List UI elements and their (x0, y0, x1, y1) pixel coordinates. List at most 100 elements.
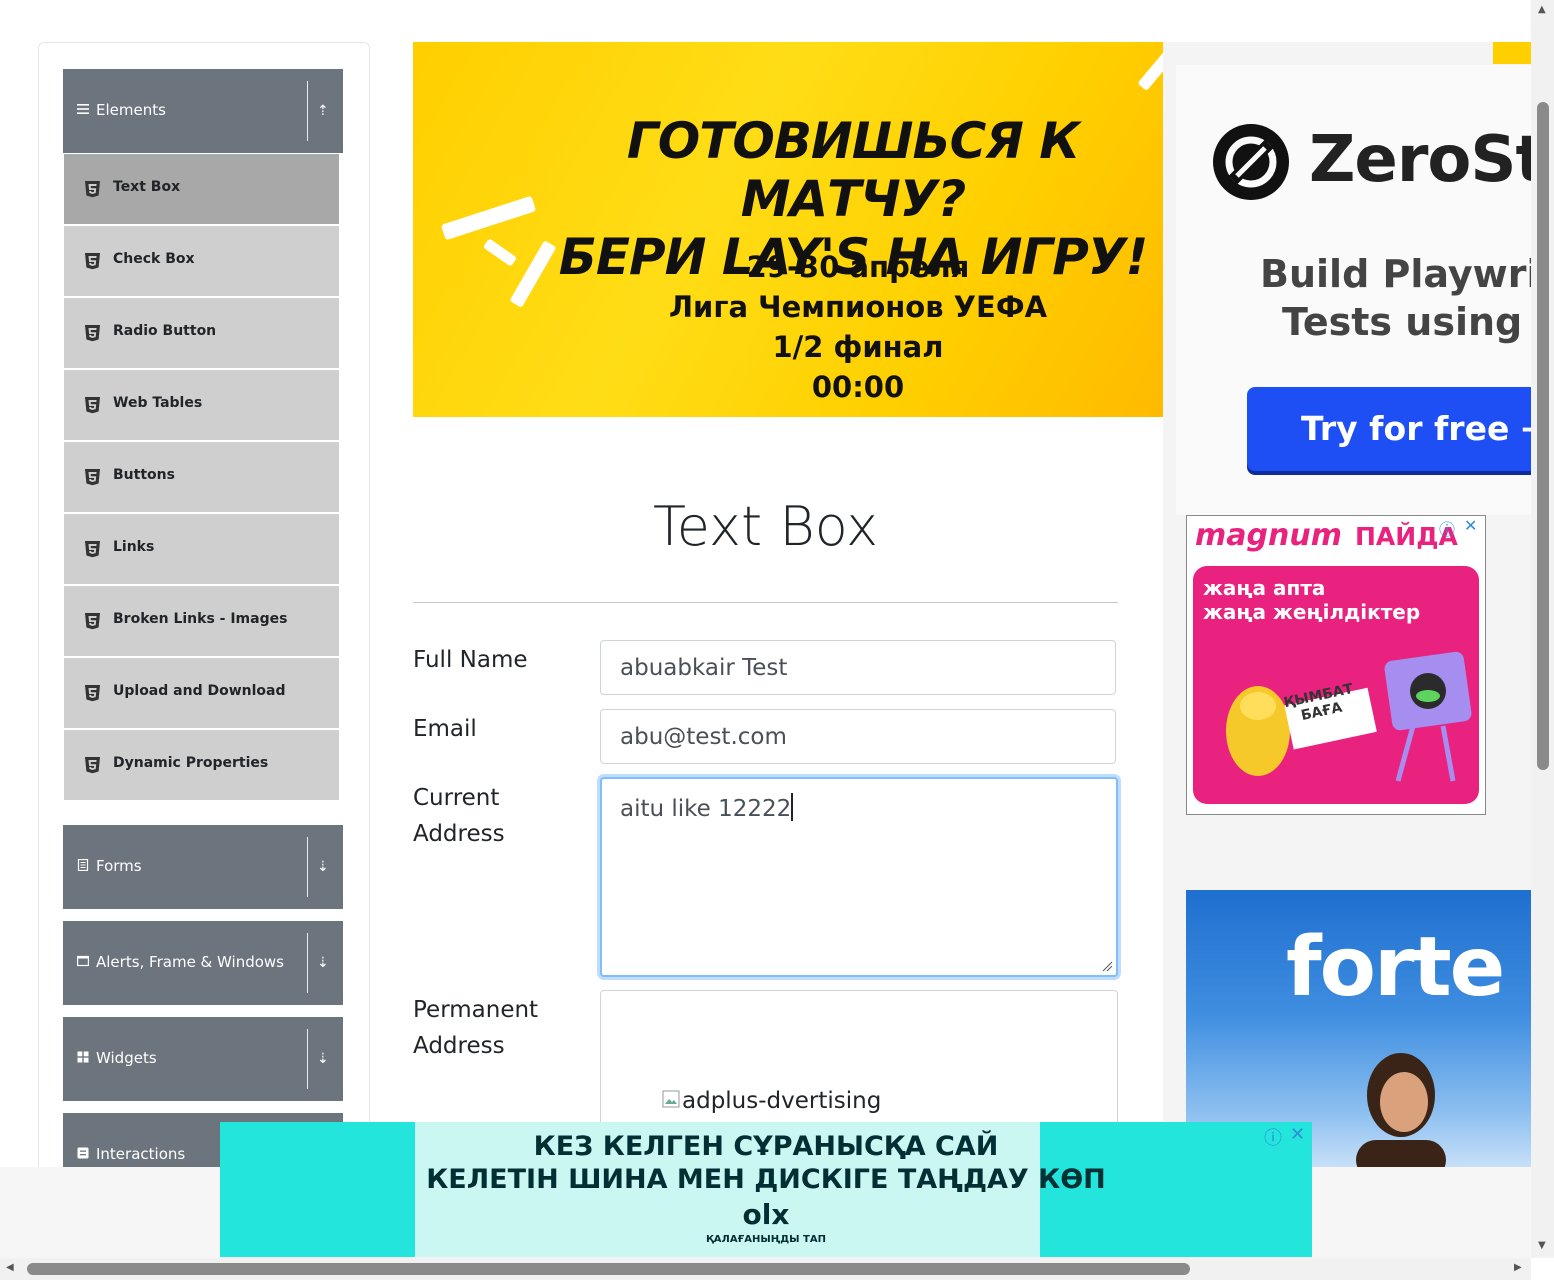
olx-bottom-ad[interactable]: КЕЗ КЕЛГЕН СҰРАНЫСҚА САЙ КЕЛЕТІН ШИНА МЕ… (220, 1122, 1312, 1257)
sidebar-menu-item[interactable]: Broken Links - Images (64, 586, 339, 658)
list-icon (77, 104, 89, 114)
vertical-scrollbar-thumb[interactable] (1537, 102, 1549, 770)
sidebar-menu-item[interactable]: Links (64, 514, 339, 586)
forte-brand: forte (1286, 920, 1505, 1015)
sidebar-menu-item-label: Text Box (113, 179, 181, 195)
ad-close-icon[interactable]: ✕ (1464, 516, 1477, 535)
magnum-line-2: жаңа жеңілдіктер (1203, 600, 1421, 624)
magnum-ad[interactable]: magnum ПАЙДА ⓘ ✕ жаңа апта жаңа жеңілдік… (1186, 515, 1486, 815)
html5-icon (85, 253, 100, 270)
sidebar-menu-item-label: Links (113, 539, 155, 555)
html5-icon (85, 181, 100, 198)
ad-details: 29-30 апреля Лига Чемпионов УЕФА 1/2 фин… (648, 247, 1068, 407)
scroll-left-arrow-icon[interactable]: ◀ (6, 1262, 14, 1273)
current-address-textarea[interactable]: aitu like 12222 (600, 777, 1118, 977)
scroll-down-arrow-icon[interactable]: ▼ (1538, 1240, 1546, 1251)
title-divider (413, 602, 1118, 603)
broken-ad-image: adplus-dvertising (662, 1088, 881, 1114)
current-address-label-line-2: Address (413, 821, 505, 847)
scroll-right-arrow-icon[interactable]: ▶ (1514, 1262, 1522, 1273)
full-name-input[interactable]: abuabkair Test (600, 640, 1116, 695)
elements-group-label: Elements (96, 101, 166, 119)
expand-arrow-icon[interactable]: ⇣ (317, 955, 329, 971)
email-label: Email (413, 716, 477, 742)
interactions-group-label: Interactions (96, 1145, 186, 1163)
broken-image-icon (662, 1090, 680, 1108)
permanent-address-label-line-1: Permanent (413, 997, 539, 1023)
ad-close-icon[interactable]: ✕ (1290, 1124, 1305, 1145)
html5-icon (85, 541, 100, 558)
decorative-stroke (482, 238, 518, 267)
magnum-brand: magnum (1195, 518, 1342, 553)
divider (307, 81, 308, 141)
full-name-label: Full Name (413, 647, 528, 673)
widgets-group-header[interactable]: Widgets ⇣ (63, 1017, 343, 1101)
sidebar-menu-item[interactable]: Check Box (64, 226, 339, 298)
person-photo-icon (1356, 1053, 1446, 1167)
sidebar-menu-item[interactable]: Radio Button (64, 298, 339, 370)
sidebar-menu-item-label: Check Box (113, 251, 195, 267)
interactions-icon (77, 1147, 89, 1159)
forms-group-label: Forms (96, 857, 142, 875)
ad-date: 29-30 апреля (746, 250, 970, 284)
forms-group-header[interactable]: Forms ⇣ (63, 825, 343, 909)
current-address-label: Current Address (413, 780, 505, 852)
olx-headline-line-1: КЕЗ КЕЛГЕН СҰРАНЫСҚА САЙ (533, 1131, 999, 1162)
divider (307, 933, 308, 993)
banner-edge (1493, 42, 1531, 64)
sidebar-menu-item[interactable]: Buttons (64, 442, 339, 514)
widgets-group-label: Widgets (96, 1049, 157, 1067)
sidebar-menu-item[interactable]: Upload and Download (64, 658, 339, 730)
collapse-arrow-icon[interactable]: ⇡ (317, 103, 329, 119)
try-for-free-button[interactable]: Try for free → (1247, 387, 1531, 471)
horizontal-scrollbar-thumb[interactable] (27, 1263, 1190, 1275)
page-title: Text Box (652, 495, 879, 558)
zerostep-line-1: Build Playwrigl (1260, 252, 1531, 296)
html5-icon (85, 685, 100, 702)
elements-group-header[interactable]: Elements ⇡ (63, 69, 343, 153)
lays-banner-ad[interactable]: ГОТОВИШЬСЯ К МАТЧУ? БЕРИ LAY'S НА ИГРУ! … (413, 42, 1163, 417)
alerts-group-header[interactable]: Alerts, Frame & Windows ⇣ (63, 921, 343, 1005)
current-address-value: aitu like 12222 (620, 796, 792, 822)
zerostep-logo-icon (1213, 124, 1289, 200)
magnum-line-1: жаңа апта (1203, 576, 1326, 600)
current-address-label-line-1: Current (413, 785, 500, 811)
sidebar-menu-item[interactable]: Text Box (64, 154, 339, 226)
ad-info-icon[interactable]: ⓘ (1439, 516, 1455, 540)
scroll-up-arrow-icon[interactable]: ▲ (1538, 4, 1546, 15)
olx-tagline: ҚАЛАҒАНЫҢДЫ ТАП (706, 1234, 826, 1245)
sidebar-menu-item-label: Broken Links - Images (113, 611, 288, 627)
window-icon (77, 955, 89, 967)
sidebar-menu-item-label: Web Tables (113, 395, 203, 411)
zerostep-line-2: Tests using A (1282, 300, 1531, 344)
ad-time: 00:00 (811, 370, 905, 404)
sidebar-menu-item-label: Radio Button (113, 323, 217, 339)
sidebar-menu-item[interactable]: Dynamic Properties (64, 730, 339, 802)
mascot-illustration-icon (1226, 651, 1472, 782)
ad-info-icon[interactable]: ⓘ (1264, 1124, 1282, 1150)
decorative-stroke (440, 195, 537, 241)
decorative-stroke (1137, 44, 1163, 92)
sidebar-menu-item[interactable]: Web Tables (64, 370, 339, 442)
html5-icon (85, 469, 100, 486)
permanent-address-label-line-2: Address (413, 1033, 505, 1059)
email-input[interactable]: abu@test.com (600, 709, 1116, 764)
olx-headline: КЕЗ КЕЛГЕН СҰРАНЫСҚА САЙ КЕЛЕТІН ШИНА МЕ… (220, 1130, 1312, 1196)
sidebar-menu-item-label: Dynamic Properties (113, 755, 269, 771)
resize-handle-icon[interactable] (1102, 961, 1113, 972)
zerostep-ad[interactable]: ZeroSte Build Playwrigl Tests using A Tr… (1176, 65, 1531, 515)
zerostep-brand: ZeroSte (1309, 123, 1531, 197)
alerts-group-label: Alerts, Frame & Windows (96, 953, 284, 971)
html5-icon (85, 397, 100, 414)
permanent-address-label: Permanent Address (413, 992, 538, 1064)
magnum-pink-panel: жаңа апта жаңа жеңілдіктер ҚЫМБАТ БАҒА (1193, 566, 1479, 804)
broken-image-alt-text: adplus-dvertising (682, 1088, 882, 1114)
form-icon (77, 859, 89, 871)
text-caret (791, 793, 794, 821)
divider (307, 1029, 308, 1089)
sidebar-menu-item-label: Upload and Download (113, 683, 286, 699)
expand-arrow-icon[interactable]: ⇣ (317, 859, 329, 875)
expand-arrow-icon[interactable]: ⇣ (317, 1051, 329, 1067)
html5-icon (85, 325, 100, 342)
divider (307, 837, 308, 897)
